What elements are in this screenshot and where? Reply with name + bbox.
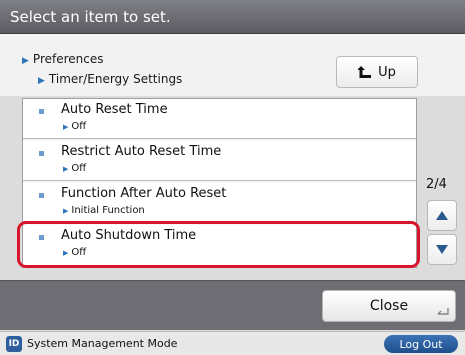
selection-highlight xyxy=(17,221,420,268)
id-badge-icon: ID xyxy=(6,336,22,352)
list-item-auto-reset-time[interactable]: Auto Reset Time ▶ Off xyxy=(23,99,416,139)
close-label: Close xyxy=(369,298,409,314)
scroll-down-button[interactable] xyxy=(427,234,457,265)
triangle-right-icon: ▶ xyxy=(22,56,29,66)
item-value: ▶ Off xyxy=(63,163,87,174)
triangle-right-icon: ▶ xyxy=(63,165,69,173)
breadcrumb-level1[interactable]: ▶ Preferences xyxy=(22,52,104,66)
triangle-right-icon: ▶ xyxy=(63,207,69,215)
scroll-up-button[interactable] xyxy=(427,200,457,231)
status-mode-text: System Management Mode xyxy=(27,337,178,350)
list-item-restrict-auto-reset-time[interactable]: Restrict Auto Reset Time ▶ Off xyxy=(23,141,416,181)
close-button[interactable]: Close xyxy=(322,290,456,322)
logout-button[interactable]: Log Out xyxy=(384,335,458,353)
status-bar: ID System Management Mode Log Out xyxy=(0,331,465,355)
header-title: Select an item to set. xyxy=(0,0,465,34)
list-item-function-after-auto-reset[interactable]: Function After Auto Reset ▶ Initial Funct… xyxy=(23,183,416,223)
corner-return-icon xyxy=(437,308,449,315)
up-label: Up xyxy=(378,64,396,80)
triangle-right-icon: ▶ xyxy=(38,76,45,86)
item-value: ▶ Initial Function xyxy=(63,205,145,216)
item-label: Function After Auto Reset xyxy=(61,186,227,201)
up-button[interactable]: Up xyxy=(336,56,418,88)
item-label: Restrict Auto Reset Time xyxy=(61,144,222,159)
screen: Select an item to set. ▶ Preferences ▶ Tim… xyxy=(0,0,465,355)
triangle-down-icon xyxy=(436,245,448,254)
page-indicator: 2/4 xyxy=(426,177,447,192)
triangle-right-icon: ▶ xyxy=(63,123,69,131)
breadcrumb-level2: ▶ Timer/Energy Settings xyxy=(38,72,183,86)
bullet-icon xyxy=(39,193,44,198)
item-label: Auto Reset Time xyxy=(61,102,168,117)
up-arrow-icon xyxy=(358,65,372,78)
item-value: ▶ Off xyxy=(63,121,87,132)
triangle-up-icon xyxy=(436,211,448,220)
bullet-icon xyxy=(39,109,44,114)
bullet-icon xyxy=(39,151,44,156)
